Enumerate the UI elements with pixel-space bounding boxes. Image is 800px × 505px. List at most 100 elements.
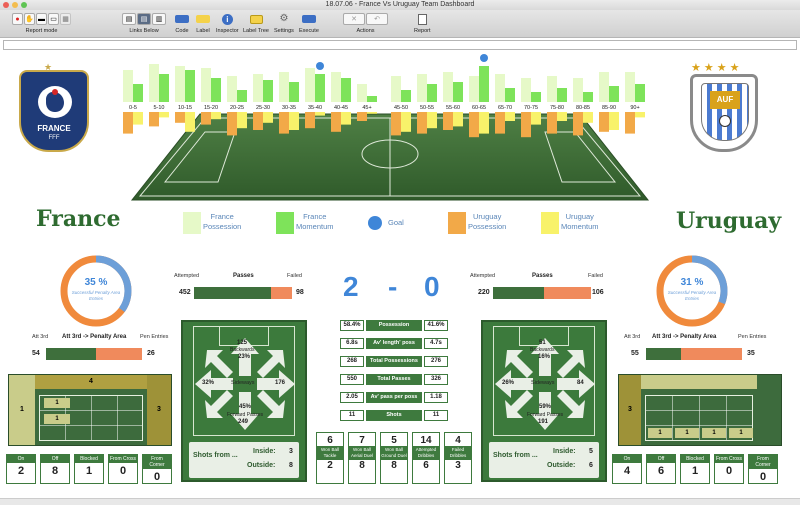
kpi-value: 5 — [391, 435, 397, 446]
france-momentum-bar — [453, 82, 463, 102]
kpi-box: 6 Won Ball Tackle 2 — [316, 432, 344, 484]
shot-outcome-value: 0 — [119, 465, 127, 477]
bar-failed-segment — [271, 287, 292, 299]
france-momentum-bar — [531, 92, 541, 102]
grid-icon[interactable]: ▦ — [60, 13, 71, 25]
timeline-bin-label: 55-60 — [446, 105, 460, 111]
zoom-window-button[interactable] — [21, 2, 27, 8]
home-penalty-pct: 35 % — [84, 277, 108, 288]
label-button[interactable]: Label — [195, 13, 211, 34]
france-possession-bar — [417, 74, 427, 102]
away-donut-label: 31 % Successful Penalty Area Entries — [666, 277, 718, 302]
label-tree-button[interactable]: Label Tree — [243, 13, 269, 34]
uruguay-momentum-bar — [505, 112, 515, 121]
uruguay-possession-bar — [149, 112, 159, 127]
france-momentum-bar — [505, 88, 515, 102]
france-momentum-bar — [315, 74, 325, 102]
uruguay-possession-bar — [521, 112, 531, 138]
away-score: 0 — [424, 271, 440, 302]
toolbar: ● ✋ ▬ ▭ ▦ Report mode ▤ ▤ ▥ Links Below … — [0, 10, 800, 38]
away-sideways-label: Sideways — [531, 380, 555, 386]
window-title: 18.07.06 - France Vs Uruguay Team Dashbo… — [325, 1, 475, 8]
france-possession-bar — [279, 72, 289, 102]
france-momentum-bar — [583, 92, 593, 102]
kpi-value: 6 — [327, 435, 333, 446]
uruguay-momentum-bar — [479, 112, 489, 134]
france-possession-bar — [227, 76, 237, 102]
info-icon: i — [219, 13, 235, 25]
screen-icon[interactable]: ▭ — [48, 13, 59, 25]
home-att3rd-bar — [46, 348, 142, 360]
france-possession-bar — [469, 76, 479, 102]
uruguay-momentum-bar — [289, 112, 299, 130]
uruguay-crest-text: AUF — [710, 91, 740, 109]
away-forward-count: 191 — [538, 419, 549, 425]
undo-icon[interactable]: ↶ — [366, 13, 388, 25]
execute-button[interactable]: Execute — [299, 13, 319, 34]
link-side-icon[interactable]: ▥ — [152, 13, 166, 25]
home-zone-top: 4 — [35, 375, 147, 389]
home-penalty-caption: Successful Penalty Area Entries — [71, 290, 121, 301]
code-icon — [174, 13, 190, 25]
execute-icon — [301, 13, 317, 25]
home-inside-value: 3 — [289, 448, 293, 455]
legend-line1: Uruguay — [565, 212, 594, 221]
stars-icon: ★★★★ — [691, 62, 743, 74]
kpi-box: 14 Attempted Dribbles 6 — [412, 432, 440, 484]
status-bar — [0, 498, 800, 505]
uruguay-possession-bar — [443, 112, 453, 130]
timeline-bin-label: 75-80 — [550, 105, 564, 111]
code-button[interactable]: Code — [174, 13, 190, 34]
stat-row: 550 Total Passes 326 — [340, 374, 448, 385]
uruguay-crest: ★★★★ AUF — [690, 62, 758, 152]
uruguay-possession-bar — [495, 112, 505, 134]
home-pen-entries-value: 26 — [147, 350, 155, 357]
settings-button[interactable]: ⚙ Settings — [274, 13, 294, 35]
dashboard: ★ FRANCE FFF ★★★★ AUF 0-5 5-10 10-15 15-… — [0, 52, 800, 498]
home-team-name: France — [36, 206, 121, 232]
france-momentum-bar — [159, 74, 169, 102]
report-label: Report — [414, 28, 431, 34]
shot-outcome-value: 0 — [759, 471, 767, 483]
timeline-bin-label: 30-35 — [282, 105, 296, 111]
legend-label: Uruguay Possession — [468, 212, 506, 232]
bar-failed-segment — [96, 348, 142, 360]
uruguay-possession-bar — [279, 112, 289, 134]
timeline-bin-label: 90+ — [630, 105, 639, 111]
shot-outcome-value: 2 — [17, 465, 25, 477]
stat-away-value: 276 — [424, 356, 448, 367]
report-mode-group: ● ✋ ▬ ▭ ▦ Report mode — [12, 13, 71, 34]
address-bar[interactable] — [3, 40, 797, 50]
close-x-icon[interactable]: ✕ — [343, 13, 365, 25]
kpi-value-2: 2 — [327, 460, 333, 471]
report-button[interactable]: Report — [414, 13, 431, 34]
hand-icon[interactable]: ✋ — [24, 13, 35, 25]
france-possession-bar — [175, 66, 185, 102]
home-att3rd-header: Att 3rd — [32, 334, 49, 340]
stat-home-value: 6.8s — [340, 338, 364, 349]
uruguay-possession-bar — [357, 112, 367, 121]
shot-outcome-label: From Cross — [109, 455, 137, 463]
kpi-value: 7 — [359, 435, 365, 446]
uruguay-possession-bar — [175, 112, 185, 123]
link-below-icon[interactable]: ▤ — [137, 13, 151, 25]
timeline-bin-label: 0-5 — [129, 105, 137, 111]
report-mode-label: Report mode — [25, 28, 58, 34]
away-att3rd-bar — [646, 348, 742, 360]
away-outside-value: 6 — [589, 462, 593, 469]
timeline-bin-label: 60-65 — [472, 105, 486, 111]
inspector-button[interactable]: i Inspector — [216, 13, 239, 34]
france-possession-bar — [357, 84, 367, 102]
media-icon[interactable]: ▬ — [36, 13, 47, 25]
france-momentum-bar — [211, 78, 221, 102]
bar-success-segment — [646, 348, 681, 360]
kpi-box: 7 Won Ball Aerial Duel 8 — [348, 432, 376, 484]
france-possession-bar — [573, 78, 583, 102]
window-titlebar: 18.07.06 - France Vs Uruguay Team Dashbo… — [0, 0, 800, 10]
home-passes-failed: 98 — [296, 289, 304, 296]
close-window-button[interactable] — [3, 2, 9, 8]
record-icon[interactable]: ● — [12, 13, 23, 25]
france-possession-bar — [201, 68, 211, 102]
minimize-window-button[interactable] — [12, 2, 18, 8]
link-layout-icon[interactable]: ▤ — [122, 13, 136, 25]
